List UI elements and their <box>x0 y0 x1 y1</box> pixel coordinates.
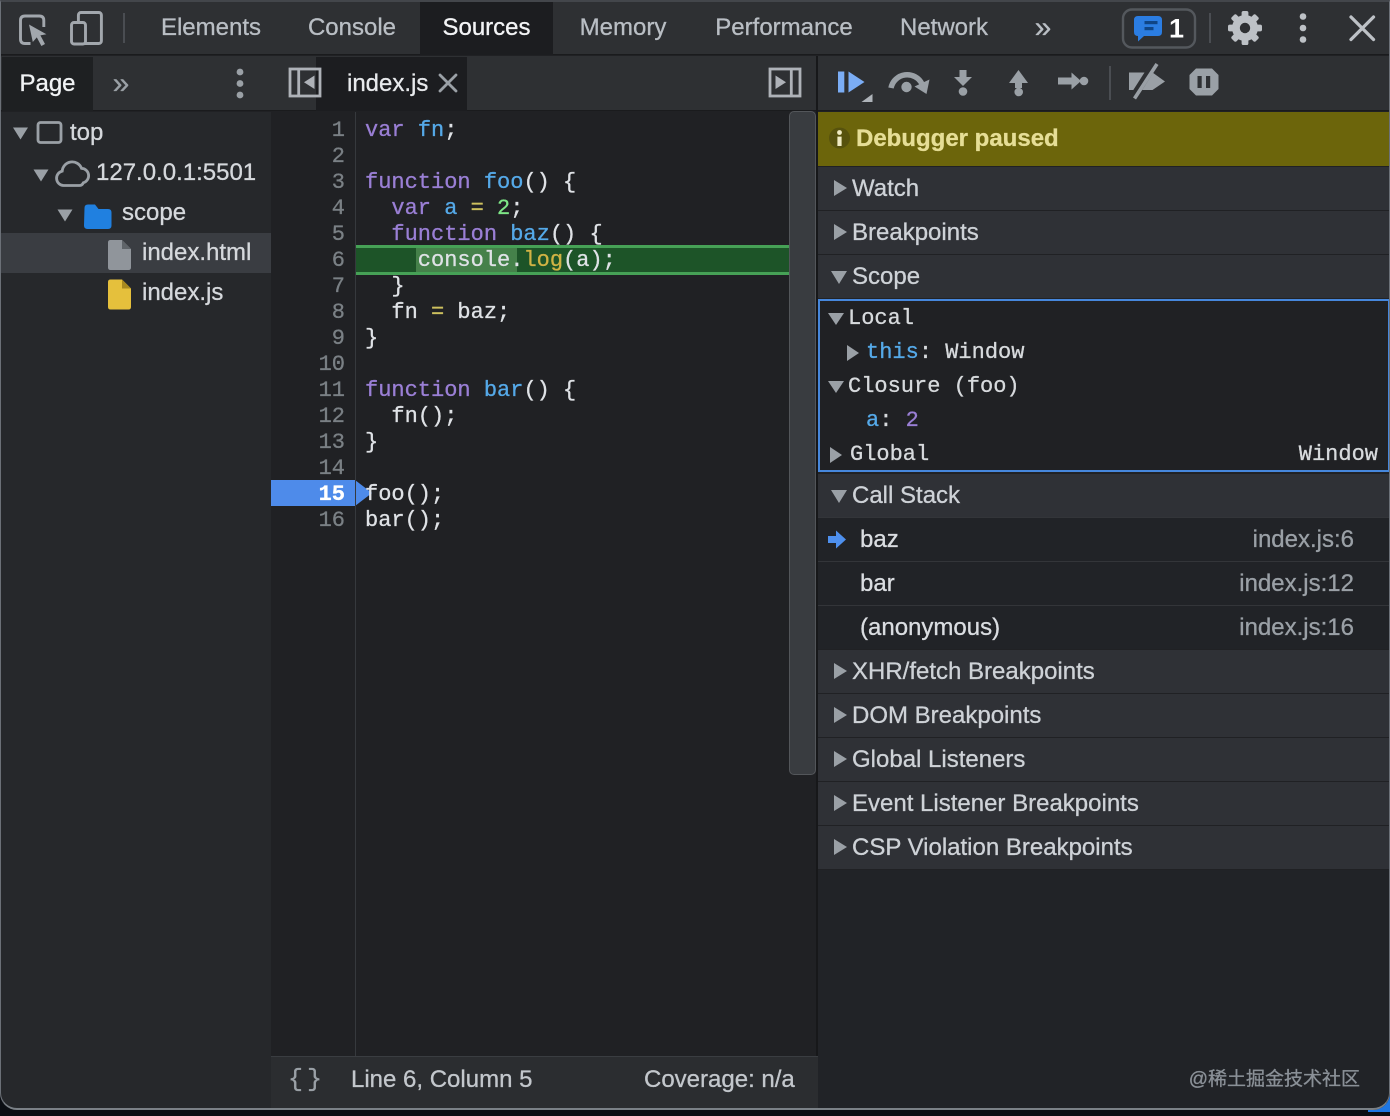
svg-text:1: 1 <box>1169 14 1184 44</box>
